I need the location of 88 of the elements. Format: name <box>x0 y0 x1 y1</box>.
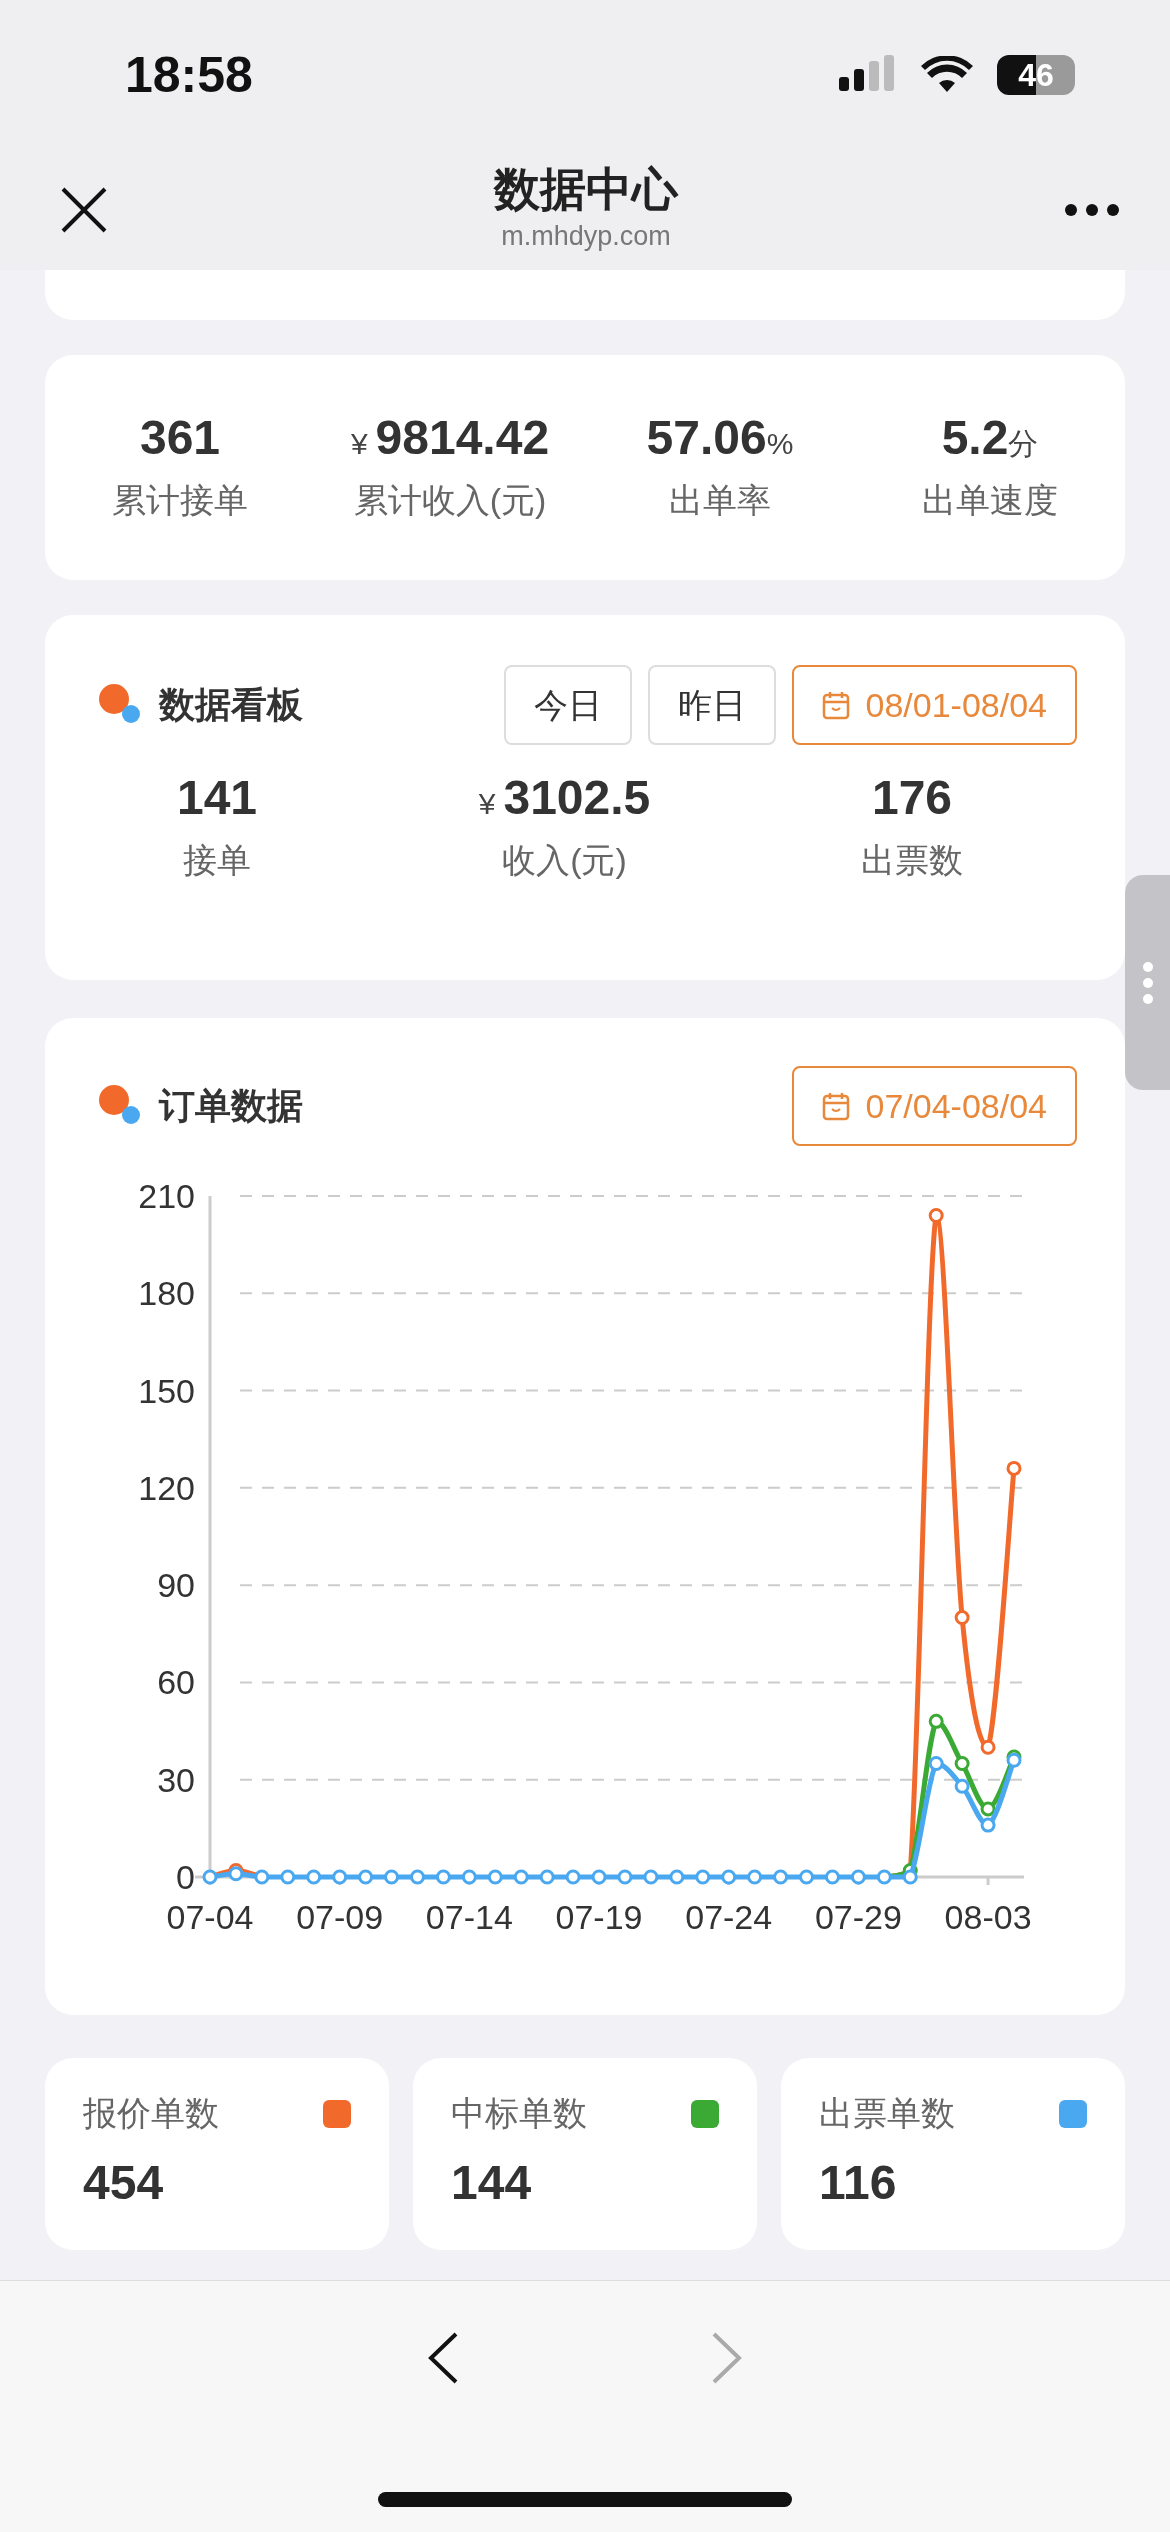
axis-label: 30 <box>157 1760 195 1799</box>
stat-value: ¥ 9814.42 <box>349 410 551 467</box>
axis-label: 07-24 <box>685 1898 773 1936</box>
data-point <box>332 1869 348 1885</box>
page-url: m.mhdyp.com <box>500 220 672 254</box>
total-label: 中标单数 <box>451 2093 587 2134</box>
axis-label: 07-04 <box>166 1898 254 1936</box>
axis-label: 07-19 <box>555 1898 643 1936</box>
total-label: 出票单数 <box>819 2093 955 2134</box>
data-point <box>954 1756 970 1771</box>
stat-value: ¥ 3102.5 <box>477 770 652 826</box>
stat-label: 接单 <box>182 839 252 881</box>
data-point <box>228 1866 244 1882</box>
data-point <box>487 1869 503 1885</box>
stat-value: 361 <box>138 410 222 467</box>
data-point <box>980 1739 996 1755</box>
data-point <box>747 1869 763 1885</box>
data-point <box>850 1869 866 1885</box>
data-point <box>410 1869 425 1885</box>
filter-button[interactable]: 今日 <box>503 665 632 745</box>
axis-label: 07-29 <box>814 1898 902 1936</box>
filter-button[interactable]: 昨日 <box>647 665 776 745</box>
data-point <box>280 1869 296 1885</box>
stat-label: 出票数 <box>860 839 964 881</box>
back-icon[interactable] <box>426 2331 460 2385</box>
data-point <box>306 1869 322 1885</box>
axis-label: 120 <box>138 1468 195 1507</box>
data-point <box>643 1869 659 1885</box>
axis-label: 07-14 <box>425 1898 513 1936</box>
more-icon[interactable] <box>1064 203 1120 217</box>
total-label: 报价单数 <box>83 2093 219 2134</box>
stat-label: 累计接单 <box>111 479 249 521</box>
stat-label: 收入(元) <box>501 839 628 881</box>
stat-label: 出单率 <box>668 479 772 521</box>
axis-label: 150 <box>138 1371 195 1410</box>
data-point <box>461 1869 477 1885</box>
data-point <box>954 1778 970 1794</box>
data-point <box>928 1207 944 1223</box>
stat-label: 出单速度 <box>921 479 1059 521</box>
data-point <box>1006 1460 1022 1476</box>
data-point <box>902 1869 918 1885</box>
data-point <box>799 1869 814 1885</box>
calendar-icon <box>821 690 850 720</box>
total-value: 116 <box>819 2155 898 2211</box>
data-point <box>928 1713 944 1729</box>
data-point <box>876 1869 892 1885</box>
close-icon[interactable] <box>60 186 108 234</box>
axis-label: 07-09 <box>296 1898 384 1936</box>
stat-value: 5.2分 <box>940 410 1040 467</box>
data-point <box>591 1869 607 1885</box>
data-point <box>824 1869 840 1885</box>
data-point <box>539 1869 555 1885</box>
data-point <box>669 1869 685 1885</box>
calendar-icon <box>821 1091 850 1121</box>
data-point <box>928 1756 944 1771</box>
data-point <box>721 1869 737 1885</box>
dots-icon <box>1141 960 1154 1005</box>
data-point <box>358 1869 374 1885</box>
data-point <box>384 1869 400 1885</box>
stat-label: 累计收入(元) <box>352 479 548 521</box>
data-point <box>202 1869 218 1885</box>
stat-value: 176 <box>870 770 954 826</box>
data-point <box>513 1869 529 1885</box>
stat-value: 57.06% <box>645 410 795 467</box>
axis-label: 0 <box>176 1858 195 1896</box>
data-point <box>695 1869 711 1885</box>
data-point <box>980 1817 996 1833</box>
axis-label: 180 <box>138 1274 195 1313</box>
axis-label: 08-03 <box>944 1898 1032 1936</box>
board-title: 数据看板 <box>159 683 303 727</box>
data-point <box>980 1801 996 1817</box>
orders-title: 订单数据 <box>159 1084 303 1128</box>
data-point <box>954 1610 970 1626</box>
data-point <box>773 1869 789 1885</box>
axis-label: 60 <box>157 1663 195 1702</box>
data-point <box>617 1869 633 1885</box>
page-title: 数据中心 <box>494 163 678 217</box>
axis-label: 210 <box>138 1177 195 1215</box>
stat-value: 141 <box>175 770 259 826</box>
data-point <box>254 1869 270 1885</box>
wifi-icon <box>921 56 973 94</box>
data-point <box>435 1869 451 1885</box>
axis-label: 90 <box>157 1566 195 1605</box>
data-point <box>565 1869 581 1885</box>
total-value: 144 <box>451 2155 533 2211</box>
status-time: 18:58 <box>125 45 253 105</box>
total-value: 454 <box>83 2155 165 2211</box>
side-handle[interactable] <box>1125 875 1170 1090</box>
